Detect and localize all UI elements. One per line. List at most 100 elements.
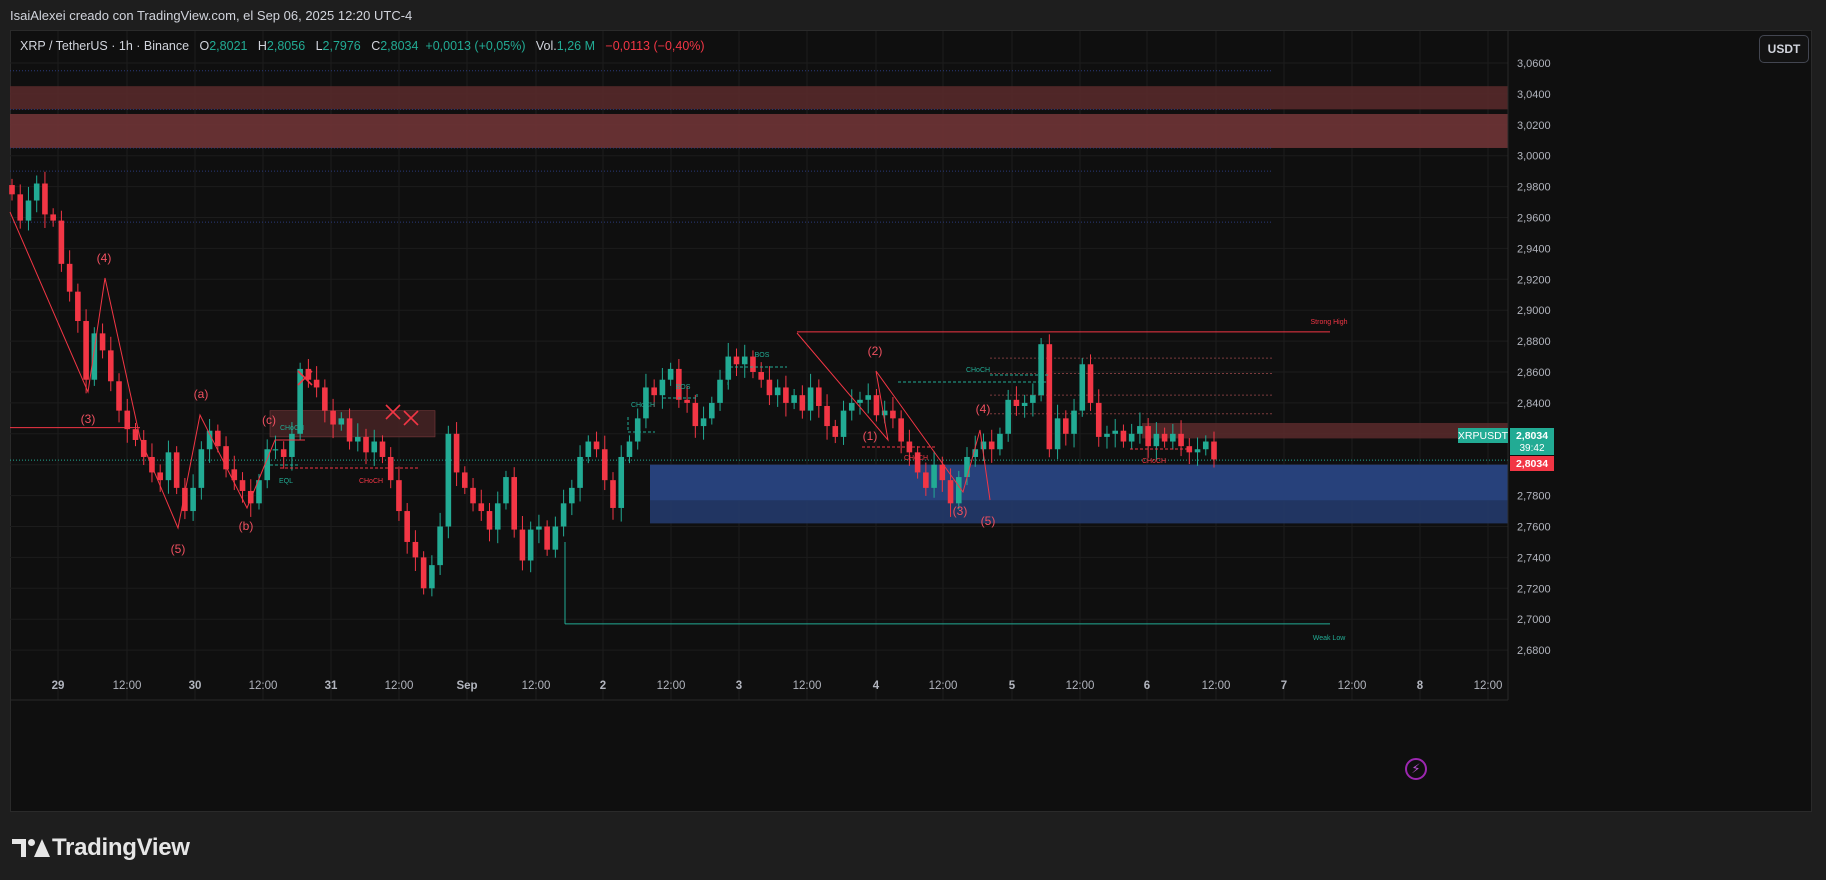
price-axis-tick: 2,7400 xyxy=(1517,552,1551,564)
candle-body xyxy=(667,368,674,380)
candle-body xyxy=(132,429,139,440)
candle-body xyxy=(165,452,172,481)
candle-body xyxy=(9,185,15,195)
candle-body xyxy=(873,395,880,416)
time-axis-tick: 12:00 xyxy=(1474,680,1503,692)
candle-body xyxy=(50,214,56,221)
candle-body xyxy=(816,387,822,406)
candle-body xyxy=(1054,418,1061,450)
candle-body xyxy=(708,402,715,419)
candle-body xyxy=(116,381,122,411)
wave-label: (5) xyxy=(171,542,186,556)
wave-label: (3) xyxy=(953,504,968,518)
candle-body xyxy=(272,449,279,451)
tradingview-logo-icon xyxy=(12,837,50,859)
price-axis-tick: 3,0000 xyxy=(1517,151,1551,163)
time-axis-tick: 12:00 xyxy=(249,680,278,692)
candle-body xyxy=(215,430,221,447)
candle-body xyxy=(157,472,163,481)
wave-label: (4) xyxy=(97,251,112,265)
last-price-text: 2,8034 xyxy=(1516,430,1548,442)
supply-zone xyxy=(10,113,1508,148)
candle-body xyxy=(774,387,781,396)
candle-body xyxy=(766,379,773,396)
time-axis-tick: 5 xyxy=(1009,680,1016,692)
candle-body xyxy=(91,333,98,380)
candle-body xyxy=(289,433,295,457)
time-axis-tick: 12:00 xyxy=(657,680,686,692)
close-price-text: 2,8034 xyxy=(1516,458,1548,470)
volume-value: 1,26 M xyxy=(556,39,595,53)
candle-body xyxy=(58,220,65,264)
candle-body xyxy=(396,480,402,512)
candle-body xyxy=(1194,449,1201,453)
candle-body xyxy=(239,480,246,491)
time-axis-tick: 12:00 xyxy=(1338,680,1367,692)
brand-name: TradingView xyxy=(52,834,190,861)
symbol-info[interactable]: XRP / TetherUS · 1h · Binance xyxy=(20,39,189,53)
candle-body xyxy=(1071,410,1077,434)
candle-body xyxy=(1128,433,1135,442)
structure-label: EQL xyxy=(279,478,293,485)
candle-body xyxy=(832,426,839,437)
countdown-text: 39:42 xyxy=(1519,443,1544,454)
open-label: O xyxy=(199,39,210,53)
wave-label: (5) xyxy=(981,514,996,528)
candle-body xyxy=(478,503,485,512)
candle-body xyxy=(1145,426,1151,447)
volume-change: −0,0113 (−0,40%) xyxy=(605,39,705,53)
candle-body xyxy=(536,526,542,530)
time-axis-tick: 29 xyxy=(52,680,65,692)
currency-button[interactable]: USDT xyxy=(1759,35,1809,63)
time-axis-tick: 12:00 xyxy=(522,680,551,692)
candle-body xyxy=(1137,426,1143,434)
time-axis-tick: 12:00 xyxy=(1066,680,1095,692)
symbol-legend: XRP / TetherUS · 1h · Binance O2,8021 H2… xyxy=(20,39,705,53)
candle-body xyxy=(898,418,904,442)
candle-body xyxy=(437,526,443,566)
candlestick-chart[interactable]: (4) (3) (5) (a) (b) (c) (2) (1) (4) (3) (5) BOS BOS C… xyxy=(0,0,1826,880)
lightning-icon[interactable]: ⚡ xyxy=(1405,758,1427,780)
candle-body xyxy=(1046,344,1053,450)
candle-body xyxy=(25,200,32,221)
candle-body xyxy=(1161,433,1168,442)
close-label: C xyxy=(371,39,381,53)
candle-body xyxy=(75,291,81,322)
candle-body xyxy=(848,402,855,411)
weak-low-label: Weak Low xyxy=(1313,635,1346,642)
time-axis-tick: Sep xyxy=(456,680,477,692)
candle-body xyxy=(363,436,369,453)
volume-label: Vol. xyxy=(535,39,557,53)
candle-body xyxy=(1030,395,1036,403)
candle-body xyxy=(124,410,131,430)
structure-label: CHoCH xyxy=(1142,458,1166,465)
candle-body xyxy=(890,410,896,419)
candle-body xyxy=(947,480,954,504)
candle-body xyxy=(1120,430,1127,442)
candle-body xyxy=(692,402,699,427)
candle-body xyxy=(618,456,625,508)
wave-label: (3) xyxy=(81,412,96,426)
candle-body xyxy=(997,433,1003,450)
candle-body xyxy=(107,350,114,382)
candle-body xyxy=(527,529,534,561)
candle-body xyxy=(560,503,567,527)
price-axis-tick: 2,8800 xyxy=(1517,336,1551,348)
structure-label: CHoCH xyxy=(280,425,304,432)
price-axis-tick: 3,0200 xyxy=(1517,120,1551,132)
close-value: 2,8034 xyxy=(380,39,419,53)
candle-body xyxy=(346,418,353,442)
candle-body xyxy=(1095,402,1102,437)
candle-body xyxy=(964,456,970,478)
time-axis-tick: 30 xyxy=(189,680,202,692)
structure-label: BOS xyxy=(676,384,691,391)
time-axis-tick: 12:00 xyxy=(793,680,822,692)
time-axis-tick: 2 xyxy=(600,680,606,692)
candle-body xyxy=(371,441,378,453)
wave-label: (c) xyxy=(262,413,276,427)
wave-label: (a) xyxy=(194,387,209,401)
candle-body xyxy=(593,441,600,450)
candle-body xyxy=(1038,344,1044,396)
high-value: 2,8056 xyxy=(266,39,306,53)
choch-line xyxy=(627,417,655,433)
